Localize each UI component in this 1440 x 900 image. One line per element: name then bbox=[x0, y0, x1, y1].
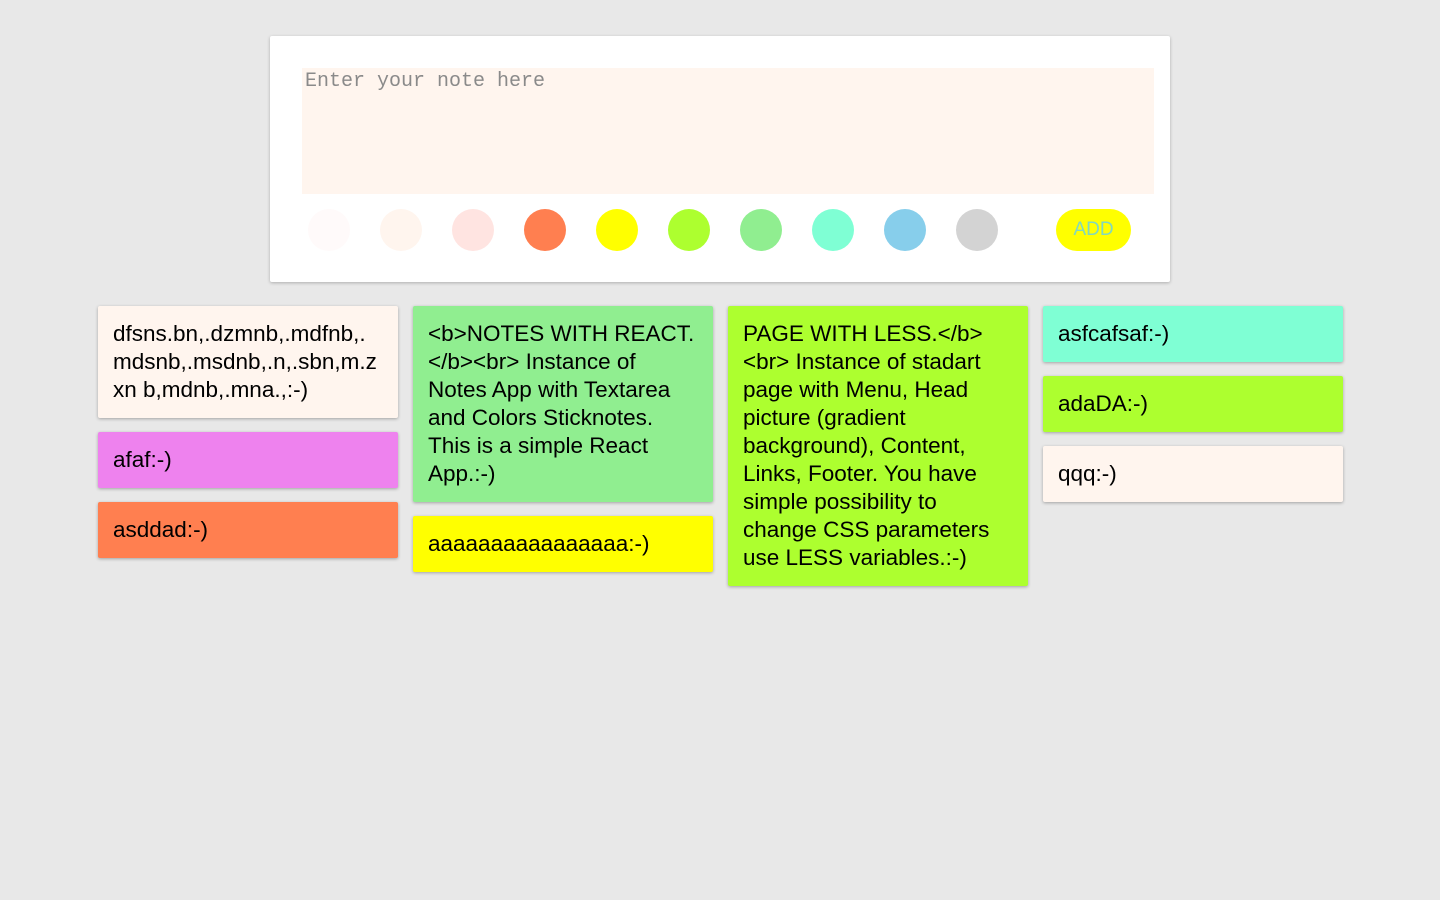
color-swatch-coral[interactable] bbox=[524, 209, 566, 251]
color-swatch-greenyellow[interactable] bbox=[668, 209, 710, 251]
note-editor: ADD bbox=[270, 36, 1170, 282]
note-card[interactable]: afaf:-) bbox=[98, 432, 398, 488]
note-card[interactable]: asddad:-) bbox=[98, 502, 398, 558]
notes-column-2: <b>NOTES WITH REACT.</b><br> Instance of… bbox=[413, 306, 713, 586]
color-swatch-snow[interactable] bbox=[308, 209, 350, 251]
add-button[interactable]: ADD bbox=[1056, 209, 1131, 251]
color-swatch-lightgreen[interactable] bbox=[740, 209, 782, 251]
note-card[interactable]: <b>NOTES WITH REACT.</b><br> Instance of… bbox=[413, 306, 713, 502]
note-card[interactable]: dfsns.bn,.dzmnb,.mdfnb,.mdsnb,.msdnb,.n,… bbox=[98, 306, 398, 418]
notes-column-3: PAGE WITH LESS.</b><br> Instance of stad… bbox=[728, 306, 1028, 600]
notes-column-4: asfcafsaf:-) adaDA:-) qqq:-) bbox=[1043, 306, 1343, 516]
color-swatch-seashell[interactable] bbox=[380, 209, 422, 251]
note-card[interactable]: PAGE WITH LESS.</b><br> Instance of stad… bbox=[728, 306, 1028, 586]
color-swatch-mistyrose[interactable] bbox=[452, 209, 494, 251]
note-input[interactable] bbox=[302, 68, 1154, 194]
note-card[interactable]: adaDA:-) bbox=[1043, 376, 1343, 432]
color-swatch-skyblue[interactable] bbox=[884, 209, 926, 251]
notes-column-1: dfsns.bn,.dzmnb,.mdfnb,.mdsnb,.msdnb,.n,… bbox=[98, 306, 398, 572]
note-card[interactable]: qqq:-) bbox=[1043, 446, 1343, 502]
color-swatch-yellow[interactable] bbox=[596, 209, 638, 251]
note-card[interactable]: aaaaaaaaaaaaaaaa:-) bbox=[413, 516, 713, 572]
note-card[interactable]: asfcafsaf:-) bbox=[1043, 306, 1343, 362]
color-swatch-lightgray[interactable] bbox=[956, 209, 998, 251]
color-swatch-aquamarine[interactable] bbox=[812, 209, 854, 251]
